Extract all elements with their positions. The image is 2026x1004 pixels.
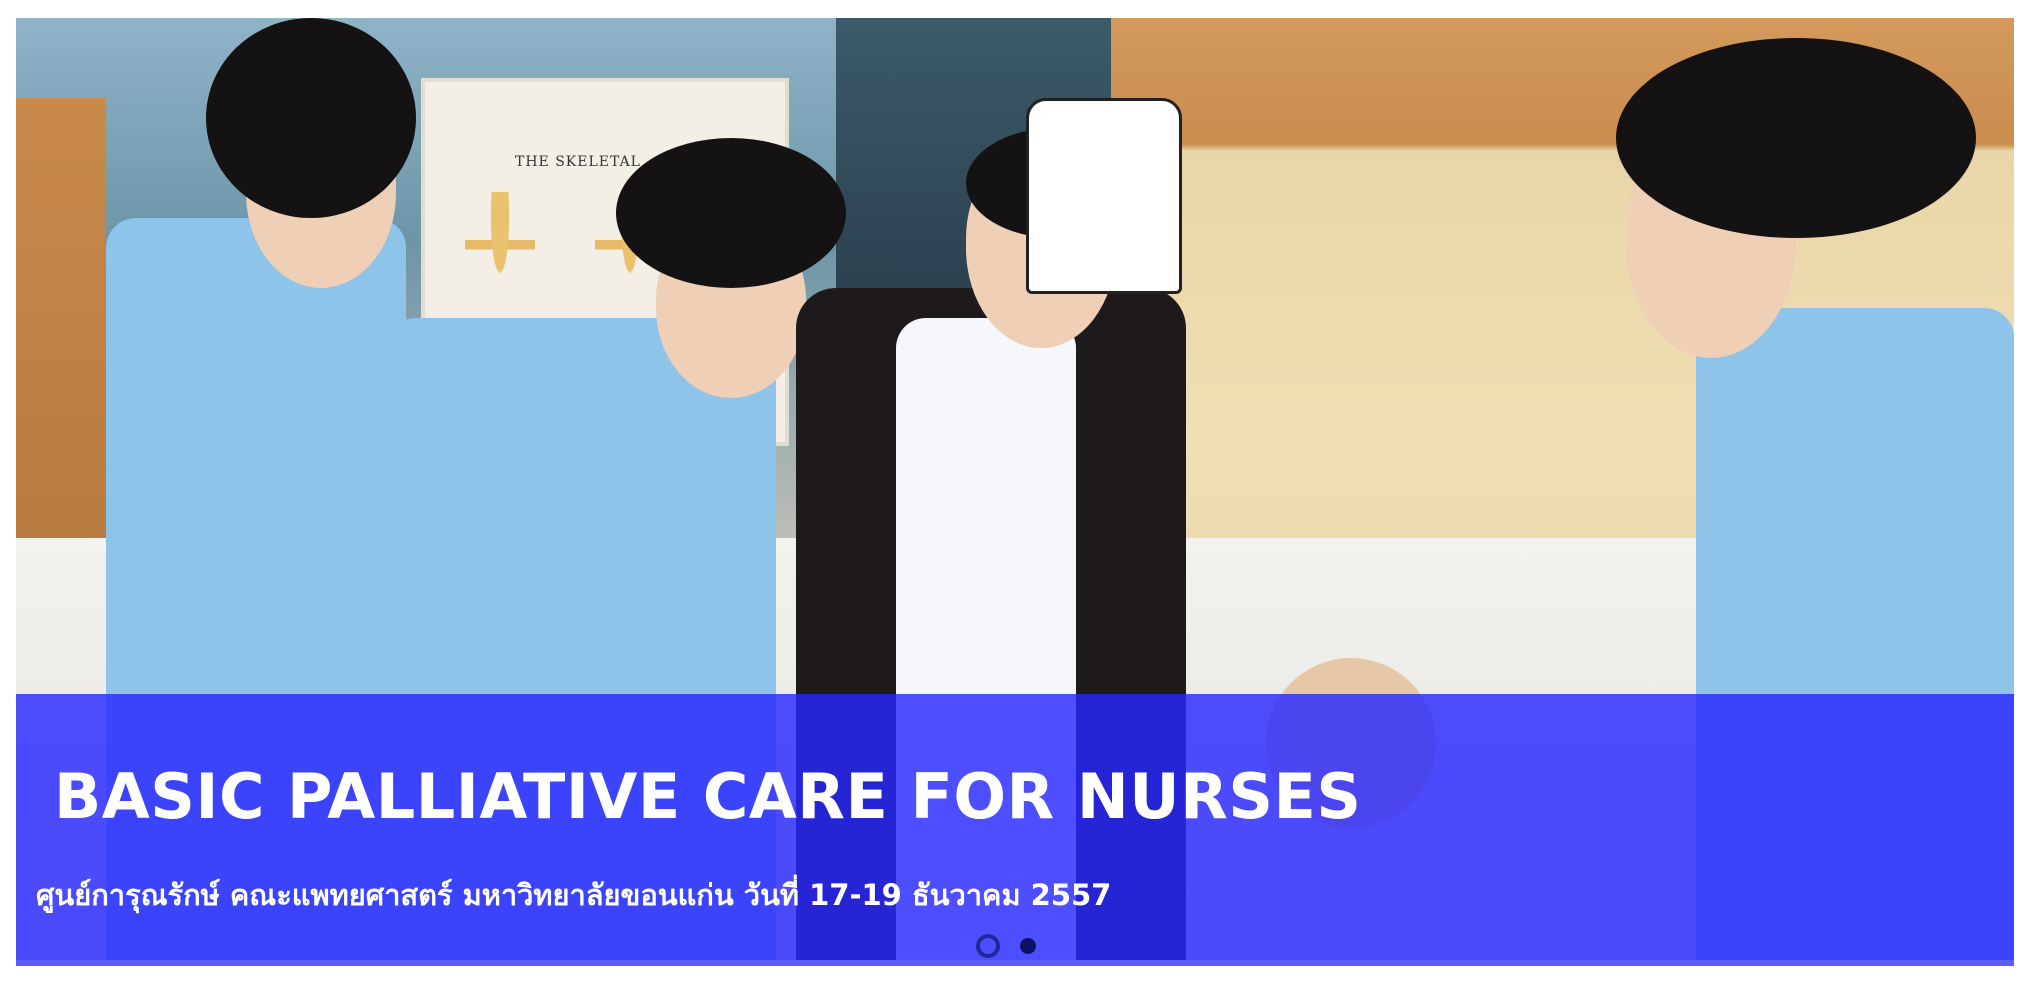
pagination-dot-1[interactable] (976, 934, 1000, 958)
slide-subtitle: ศูนย์การุณรักษ์ คณะแพทยศาสตร์ มหาวิทยาลั… (36, 878, 1112, 912)
slide-title: BASIC PALLIATIVE CARE FOR NURSES (54, 760, 1362, 833)
slider-pagination (976, 934, 1036, 958)
poster-title: THE SKELETAL (515, 154, 641, 170)
pagination-dot-2[interactable] (1020, 938, 1036, 954)
slide-caption: BASIC PALLIATIVE CARE FOR NURSES ศูนย์กา… (16, 694, 2014, 966)
slider-bottom-bar (16, 960, 2014, 966)
image-slider[interactable]: THE SKELETAL BASIC PALLIATIVE CARE FOR N… (16, 18, 2014, 966)
background-wall-left (16, 98, 106, 558)
